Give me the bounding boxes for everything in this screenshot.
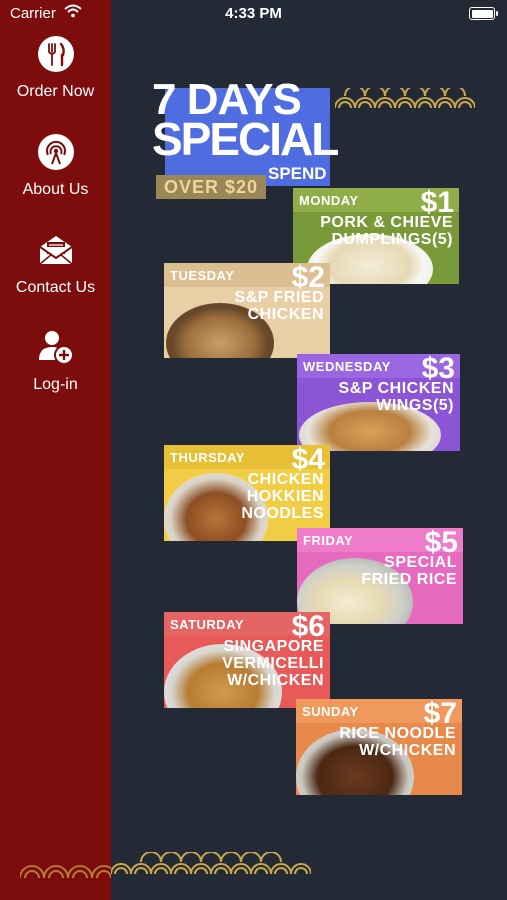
menu-label: Order Now [16,83,95,100]
day-card-thursday: THURSDAY $4 CHICKEN HOKKIEN NOODLES [164,445,330,541]
dish-label: S&P FRIED CHICKEN [234,289,324,323]
day-label: WEDNESDAY [303,359,391,374]
side-menu: Order Now About Us Contact Us Log-in [0,0,111,900]
battery-icon [469,7,498,20]
dish-label: SPECIAL FRIED RICE [361,554,457,588]
menu-item-about-us[interactable]: About Us [0,133,111,199]
poster-spend-label: SPEND [268,164,327,183]
add-user-icon [37,328,75,366]
broadcast-icon [37,133,75,171]
day-card-tuesday: TUESDAY $2 S&P FRIED CHICKEN [164,263,330,358]
menu-label: About Us [22,181,89,198]
menu-label: Log-in [33,376,78,393]
envelope-icon [37,231,75,269]
day-label: FRIDAY [303,533,354,548]
dish-label: CHICKEN HOKKIEN NOODLES [241,471,324,522]
day-card-saturday: SATURDAY $6 SINGAPORE VERMICELLI W/CHICK… [164,612,330,708]
day-label: SUNDAY [302,704,359,719]
day-card-wednesday: WEDNESDAY $3 S&P CHICKEN WINGS(5) [297,354,460,451]
menu-item-order-now[interactable]: Order Now [0,35,111,101]
wave-pattern-decoration [335,88,475,109]
dish-label: RICE NOODLE W/CHICKEN [339,725,456,759]
day-label: SATURDAY [170,617,245,632]
dish-label: PORK & CHIEVE DUMPLINGS(5) [320,214,453,248]
day-card-friday: FRIDAY $5 SPECIAL FRIED RICE [297,528,463,624]
poster-title-line2: SPECIAL [152,113,339,165]
day-label: TUESDAY [170,268,235,283]
dish-label: SINGAPORE VERMICELLI W/CHICKEN [222,638,324,689]
utensils-icon [37,35,75,73]
menu-item-log-in[interactable]: Log-in [0,328,111,394]
wave-pattern-decoration [111,852,311,875]
dish-label: S&P CHICKEN WINGS(5) [338,380,454,414]
status-bar: Carrier 4:33 PM [0,0,507,28]
wave-pattern-decoration [20,865,111,879]
menu-item-contact-us[interactable]: Contact Us [0,231,111,297]
day-label: THURSDAY [170,450,246,465]
poster-over-label: OVER $20 [156,175,266,199]
day-label: MONDAY [299,193,359,208]
day-card-sunday: SUNDAY $7 RICE NOODLE W/CHICKEN [296,699,462,795]
clock: 4:33 PM [225,5,282,22]
menu-label: Contact Us [15,279,96,296]
